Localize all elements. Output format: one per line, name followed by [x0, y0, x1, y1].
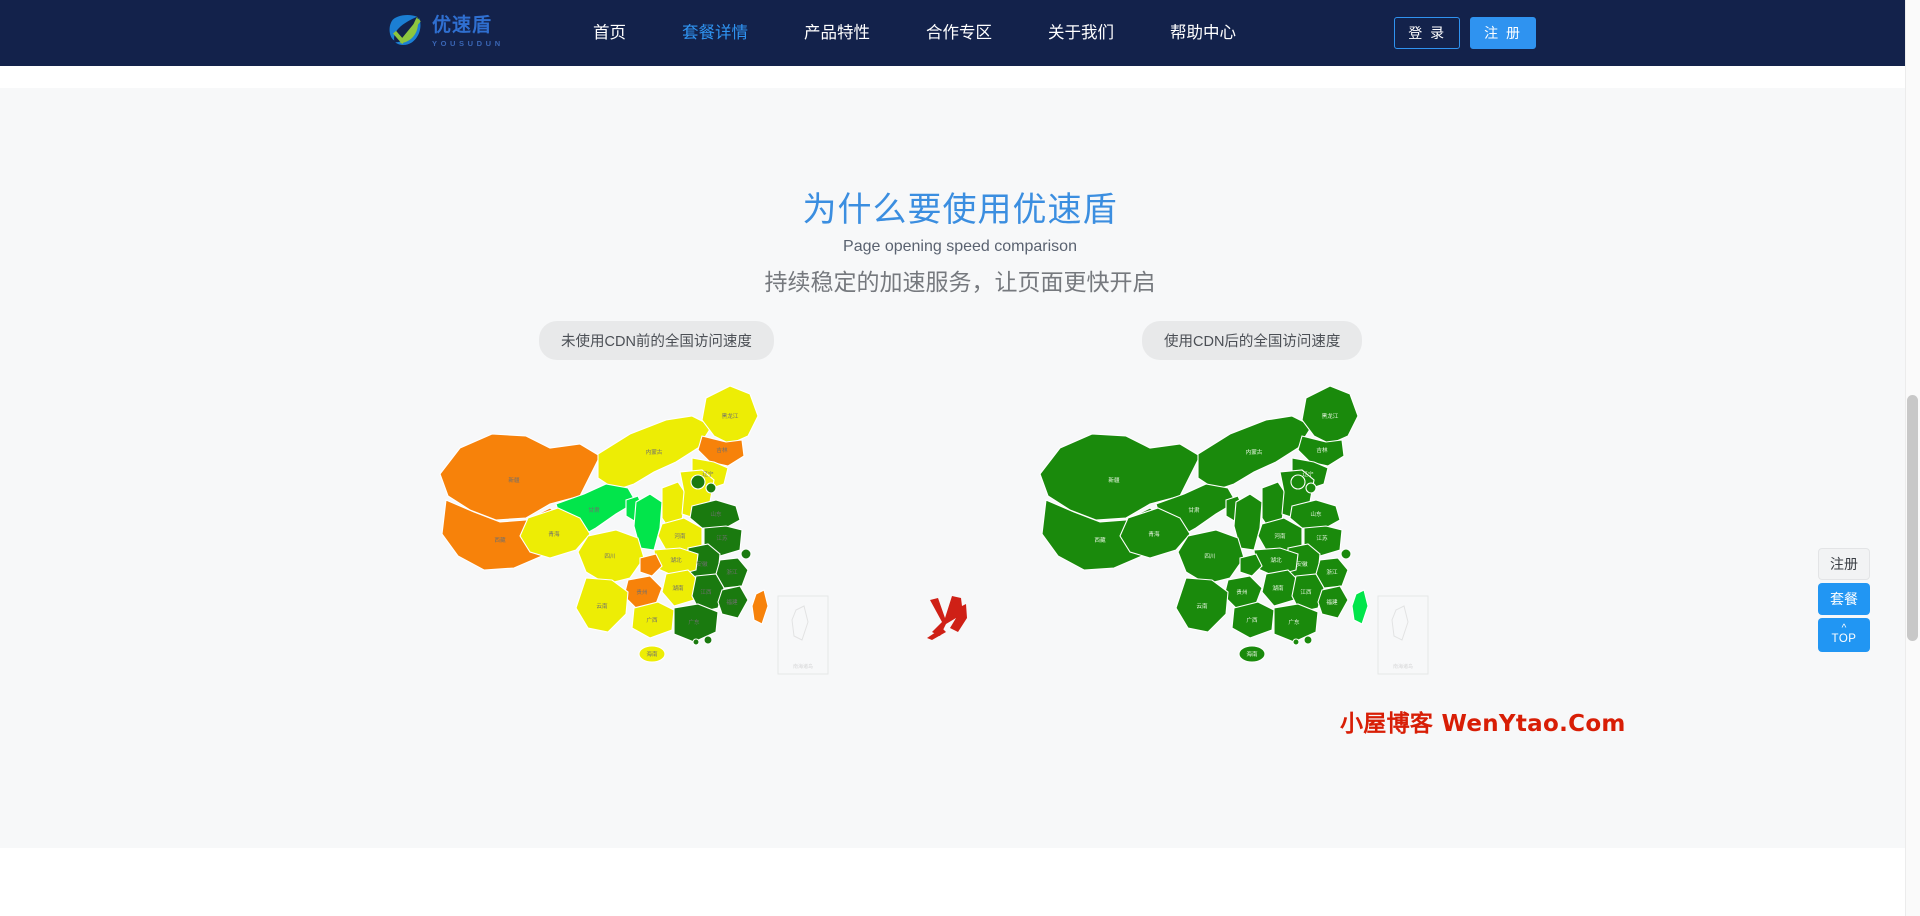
site-logo[interactable]: 优速盾 YOUSUDUN: [382, 8, 504, 52]
site-watermark: 小屋博客 WenYtao.Com: [1340, 704, 1626, 738]
page-subtitle-english: Page opening speed comparison: [0, 238, 1920, 256]
svg-text:青海: 青海: [548, 530, 560, 538]
svg-text:广西: 广西: [1246, 616, 1258, 624]
svg-text:甘肃: 甘肃: [1188, 506, 1200, 514]
page-subtitle-chinese: 持续稳定的加速服务，让页面更快开启: [0, 263, 1920, 297]
svg-text:江西: 江西: [700, 589, 712, 596]
speed-comparison-section: 为什么要使用优速盾 Page opening speed comparison …: [0, 88, 1920, 848]
nav-item-packages[interactable]: 套餐详情: [654, 0, 776, 66]
svg-text:广东: 广东: [1288, 618, 1300, 626]
svg-text:山东: 山东: [710, 510, 722, 518]
top-navigation-bar: 优速盾 YOUSUDUN 首页 套餐详情 产品特性 合作专区 关于我们 帮助中心…: [0, 0, 1920, 66]
svg-text:湖南: 湖南: [1272, 584, 1284, 592]
svg-text:新疆: 新疆: [1108, 476, 1120, 484]
svg-text:黑龙江: 黑龙江: [722, 412, 739, 420]
svg-text:福建: 福建: [1326, 598, 1338, 606]
svg-text:江西: 江西: [1300, 589, 1312, 596]
svg-text:甘肃: 甘肃: [588, 506, 600, 514]
nav-item-about[interactable]: 关于我们: [1020, 0, 1142, 66]
vs-icon: [922, 588, 982, 648]
svg-text:云南: 云南: [596, 602, 608, 610]
svg-text:浙江: 浙江: [726, 568, 738, 576]
svg-text:青海: 青海: [1148, 530, 1160, 538]
shield-swoosh-logo-icon: [382, 8, 426, 52]
svg-text:贵州: 贵州: [636, 588, 647, 596]
svg-text:辽宁: 辽宁: [1302, 470, 1314, 478]
register-button[interactable]: 注 册: [1470, 17, 1536, 49]
svg-text:海南: 海南: [1246, 650, 1258, 658]
china-map-after-cdn: 新疆 西藏 青海 甘肃 内蒙古 黑龙江 吉林 辽宁 山东 河南 江苏 安徽 浙江…: [1030, 378, 1450, 703]
nav-item-features[interactable]: 产品特性: [776, 0, 898, 66]
svg-text:河南: 河南: [1274, 532, 1286, 540]
svg-text:云南: 云南: [1196, 602, 1208, 610]
page-title: 为什么要使用优速盾: [0, 182, 1920, 231]
auth-button-group: 登 录 注 册: [1394, 0, 1536, 66]
china-map-before-cdn: 新疆 西藏 青海 甘肃 内蒙古 黑龙江 吉林 辽宁 山东 河南 江苏 安徽 浙江…: [430, 378, 850, 703]
china-map-svg-after: 新疆 西藏 青海 甘肃 内蒙古 黑龙江 吉林 辽宁 山东 河南 江苏 安徽 浙江…: [1030, 378, 1450, 698]
main-nav: 首页 套餐详情 产品特性 合作专区 关于我们 帮助中心: [565, 0, 1264, 66]
map-label-before-cdn: 未使用CDN前的全国访问速度: [539, 321, 774, 360]
svg-text:吉林: 吉林: [1316, 446, 1328, 454]
logo-text-cn: 优速盾: [432, 16, 504, 35]
page-scrollbar-thumb[interactable]: [1907, 395, 1918, 641]
nav-item-partners[interactable]: 合作专区: [898, 0, 1020, 66]
svg-text:湖北: 湖北: [670, 556, 682, 564]
svg-text:山东: 山东: [1310, 510, 1322, 518]
rail-register-button[interactable]: 注册: [1818, 548, 1870, 580]
nav-item-home[interactable]: 首页: [565, 0, 654, 66]
svg-text:江苏: 江苏: [1316, 534, 1328, 542]
svg-text:安徽: 安徽: [1296, 560, 1308, 568]
svg-text:辽宁: 辽宁: [702, 470, 714, 478]
svg-text:内蒙古: 内蒙古: [646, 448, 663, 456]
login-button[interactable]: 登 录: [1394, 17, 1460, 49]
back-to-top-label: TOP: [1832, 633, 1857, 645]
svg-text:四川: 四川: [1204, 553, 1215, 560]
svg-text:内蒙古: 内蒙古: [1246, 448, 1263, 456]
logo-text-en: YOUSUDUN: [432, 40, 504, 48]
svg-text:西藏: 西藏: [494, 536, 506, 544]
nav-item-help[interactable]: 帮助中心: [1142, 0, 1264, 66]
svg-text:浙江: 浙江: [1326, 568, 1338, 576]
page-scrollbar-track[interactable]: [1905, 0, 1920, 916]
svg-text:黑龙江: 黑龙江: [1322, 412, 1339, 420]
svg-text:广西: 广西: [646, 616, 658, 624]
svg-text:江苏: 江苏: [716, 534, 728, 542]
china-map-svg-before: 新疆 西藏 青海 甘肃 内蒙古 黑龙江 吉林 辽宁 山东 河南 江苏 安徽 浙江…: [430, 378, 850, 698]
floating-side-rail: 注册 套餐 ^ TOP: [1818, 548, 1870, 652]
svg-text:南海诸岛: 南海诸岛: [793, 663, 813, 670]
svg-text:贵州: 贵州: [1236, 588, 1247, 596]
svg-text:福建: 福建: [726, 598, 738, 606]
svg-text:西藏: 西藏: [1094, 536, 1106, 544]
page-bottom-strip: [0, 848, 1920, 916]
svg-text:广东: 广东: [688, 618, 700, 626]
rail-package-button[interactable]: 套餐: [1818, 583, 1870, 615]
map-label-after-cdn: 使用CDN后的全国访问速度: [1142, 321, 1362, 360]
svg-text:湖南: 湖南: [672, 584, 684, 592]
back-to-top-button[interactable]: ^ TOP: [1818, 618, 1870, 652]
svg-text:湖北: 湖北: [1270, 556, 1282, 564]
svg-text:河南: 河南: [674, 532, 686, 540]
svg-text:南海诸岛: 南海诸岛: [1393, 663, 1413, 670]
chevron-up-icon: ^: [1842, 625, 1847, 633]
svg-text:四川: 四川: [604, 553, 615, 560]
svg-text:海南: 海南: [646, 650, 658, 658]
svg-text:安徽: 安徽: [696, 560, 708, 568]
svg-text:吉林: 吉林: [716, 446, 728, 454]
svg-text:新疆: 新疆: [508, 476, 520, 484]
nav-underbar: [0, 66, 1920, 88]
